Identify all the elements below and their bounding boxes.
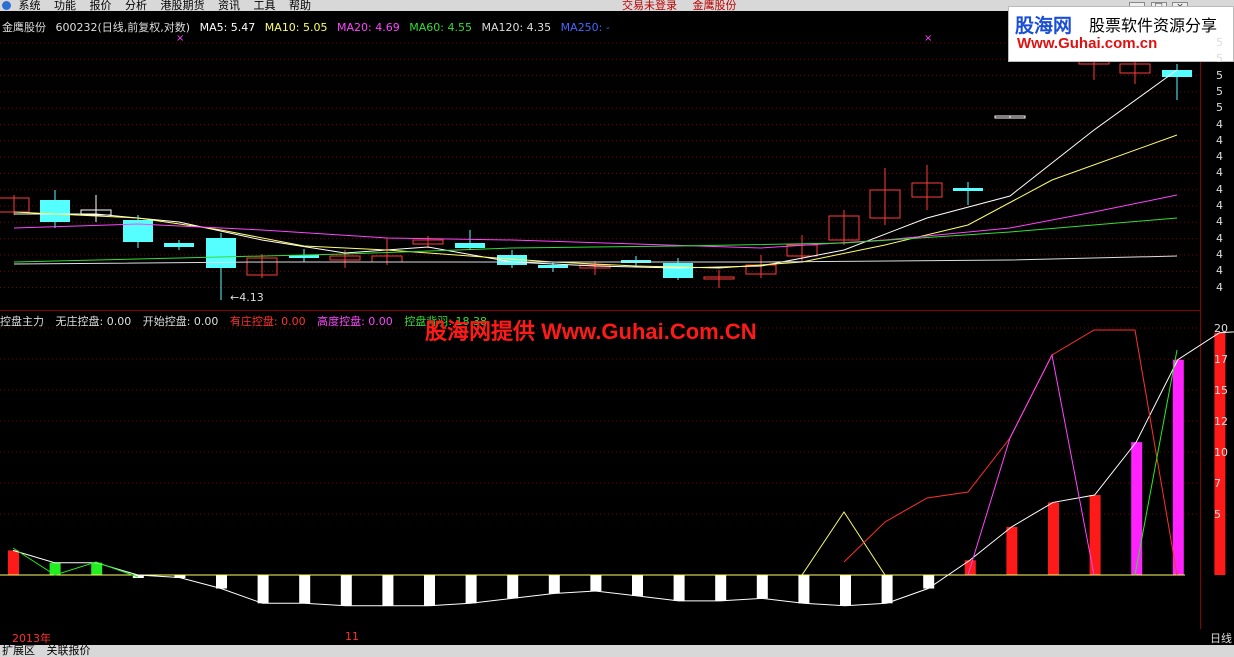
ma250-value: MA250: - [560, 21, 610, 34]
price-tick-label: 4 [1216, 182, 1223, 196]
ma10-value: MA10: 5.05 [264, 21, 328, 34]
candle-body [164, 243, 194, 247]
candle-body [538, 265, 568, 268]
indicator-tick-label: 10 [1214, 446, 1228, 459]
indicator-bar [507, 575, 519, 599]
has-control-value: 有庄控盘: 0.00 [229, 315, 306, 328]
candle-body [455, 243, 485, 248]
price-tick-label: 4 [1216, 280, 1223, 294]
no-control-value: 无庄控盘: 0.00 [55, 315, 132, 328]
price-tick-label: 4 [1216, 133, 1223, 147]
tab-related-quote[interactable]: 关联报价 [45, 644, 91, 657]
price-tick-label: 5 [1216, 36, 1223, 49]
price-tick-label: 4 [1216, 150, 1223, 164]
ma-cross-marker: × [924, 33, 932, 44]
logo-tagline: 股票软件资源分享 [1089, 18, 1218, 35]
ma60-value: MA60: 4.55 [409, 21, 472, 34]
indicator-bar [798, 575, 810, 604]
indicator-tick-label: 5 [1214, 508, 1221, 521]
price-tick-label: 4 [1216, 166, 1223, 180]
indicator-bar [673, 575, 685, 601]
logo-url: Www.Guhai.com.cn [1017, 35, 1158, 52]
ma120-value: MA120: 4.35 [481, 21, 552, 34]
indicator-bar [840, 575, 851, 606]
warning-line [801, 511, 886, 576]
indicator-tick-label: 20 [1214, 322, 1228, 335]
indicator-bar [923, 575, 935, 589]
candle-body [663, 263, 693, 278]
guhai-logo: 股海网 股票软件资源分享 Www.Guhai.com.cn [1008, 6, 1234, 62]
price-tick-label: 4 [1216, 117, 1223, 131]
watermark-text: 股海网提供 Www.Guhai.Com.CN [425, 319, 757, 344]
indicator-bar [756, 575, 768, 599]
stock-name: 金鹰股份 [2, 21, 46, 34]
price-tick-label: 5 [1216, 101, 1223, 115]
high-control-line [967, 353, 1095, 576]
high-control-value: 高度控盘: 0.00 [317, 315, 393, 328]
price-tick-label: 4 [1216, 199, 1223, 212]
candle-body [1162, 70, 1192, 77]
price-tick-label: 5 [1216, 52, 1223, 66]
indicator-bar [632, 575, 643, 596]
ma20-value: MA20: 4.69 [337, 21, 400, 34]
ma10-line [13, 134, 1178, 269]
price-tick-label: 5 [1216, 68, 1223, 82]
stock-code: 600232(日线,前复权,对数) [55, 21, 191, 34]
indicator-bar [340, 575, 352, 606]
indicator-bar [881, 575, 893, 604]
indicator-tick-label: 17 [1214, 353, 1228, 366]
indicator-bar [1006, 527, 1018, 575]
indicator-header: 控盘主力 无庄控盘: 0.00 开始控盘: 0.00 有庄控盘: 0.00 高度… [0, 313, 495, 329]
date-axis-month: 11 [345, 630, 359, 643]
price-tick-label: 4 [1216, 264, 1223, 278]
indicator-name: 控盘主力 [0, 315, 44, 328]
indicator-bar [8, 550, 19, 575]
period-label[interactable]: 日线 [1210, 630, 1232, 646]
indicator-bar [1048, 502, 1059, 575]
indicator-bar [257, 575, 269, 604]
indicator-bar [424, 575, 435, 606]
indicator-bar [1131, 442, 1143, 575]
indicator-bar [382, 575, 394, 606]
price-tick-label: 4 [1216, 215, 1223, 229]
indicator-bar [1172, 359, 1184, 575]
start-control-value: 开始控盘: 0.00 [142, 315, 219, 328]
indicator-bar [715, 575, 727, 601]
ma5-value: MA5: 5.47 [199, 21, 256, 34]
ma20-line [13, 194, 1178, 249]
indicator-bar [590, 575, 602, 591]
price-tick-label: 5 [1216, 84, 1223, 98]
candle-body [40, 200, 70, 222]
indicator-bar [548, 575, 560, 594]
bottom-tabs: 扩展区 关联报价 [0, 645, 1234, 657]
indicator-tick-label: 12 [1214, 415, 1228, 428]
kline-header: 金鹰股份 600232(日线,前复权,对数) MA5: 5.47 MA10: 5… [2, 19, 616, 35]
price-tick-label: 4 [1216, 231, 1223, 245]
indicator-tick-label: 15 [1214, 384, 1228, 397]
indicator-bar [465, 575, 477, 604]
candle-body [206, 238, 236, 268]
low-price-label: ←4.13 [230, 291, 264, 304]
indicator-bar [216, 575, 227, 589]
candle-body [953, 188, 983, 191]
logo-name: 股海网 [1015, 16, 1073, 37]
indicator-bar [91, 562, 103, 575]
price-tick-label: 4 [1216, 247, 1223, 261]
indicator-tick-label: 7 [1214, 477, 1221, 490]
candle-body [123, 220, 153, 242]
indicator-bar [299, 575, 311, 604]
tab-extension[interactable]: 扩展区 [0, 644, 35, 657]
